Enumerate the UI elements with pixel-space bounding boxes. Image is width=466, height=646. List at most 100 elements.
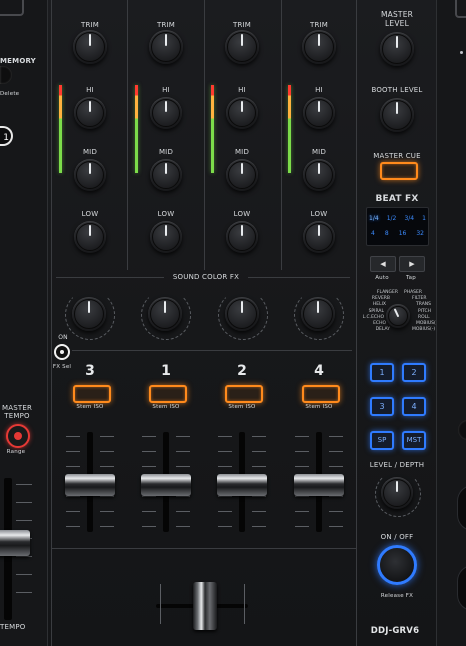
stem-iso-button[interactable] — [302, 385, 340, 403]
hi-knob[interactable] — [303, 97, 335, 129]
booth-level-knob[interactable] — [380, 98, 414, 132]
beat-value: 1/2 — [386, 215, 397, 222]
trim-knob[interactable] — [302, 30, 336, 64]
stem-iso-button[interactable] — [225, 385, 263, 403]
channel-divider-1 — [127, 0, 128, 270]
mid-label: MID — [311, 148, 327, 156]
memory-label: MEMORY — [0, 57, 36, 65]
right-deck-top-button[interactable] — [455, 0, 466, 18]
master-tempo-button[interactable] — [6, 424, 30, 448]
color-fx-knob[interactable] — [148, 297, 182, 331]
mid-label: MID — [158, 148, 174, 156]
fx-type-knob[interactable] — [386, 304, 410, 328]
booth-level-label: BOOTH LEVEL — [371, 86, 423, 94]
arrow-right-icon: ▶ — [409, 260, 415, 268]
hi-label: HI — [162, 86, 170, 94]
crossfader-mark-left — [160, 584, 161, 624]
beat-right-button[interactable]: ▶ — [399, 256, 425, 272]
channel-number: 4 — [314, 363, 324, 379]
channel-divider-2 — [204, 0, 205, 270]
fader-handle[interactable] — [141, 474, 191, 496]
stem-iso-button[interactable] — [73, 385, 111, 403]
delete-label: Delete — [0, 91, 20, 97]
fx-channel-3-button[interactable]: 3 — [370, 397, 394, 416]
trim-label: TRIM — [309, 21, 329, 29]
low-label: LOW — [81, 210, 99, 218]
mid-knob[interactable] — [303, 159, 335, 191]
stem-iso-button[interactable] — [149, 385, 187, 403]
trim-knob[interactable] — [225, 30, 259, 64]
beat-left-button[interactable]: ◀ — [370, 256, 396, 272]
fx-on-label: ON — [58, 334, 68, 341]
fx-channel-label: 3 — [379, 402, 385, 411]
beat-row-1: 1/4 1/2 3/4 1 — [369, 215, 426, 222]
crossfader-mark-right — [244, 584, 245, 624]
master-cue-label: MASTER CUE — [373, 152, 421, 160]
channel-number: 1 — [161, 363, 171, 379]
stem-iso-label: Stem ISO — [228, 404, 256, 410]
beat-value: 3/4 — [404, 215, 415, 222]
level-meter — [288, 85, 291, 173]
channel-divider-left — [51, 0, 52, 646]
fx-on-off-button[interactable] — [377, 545, 417, 585]
mid-label: MID — [234, 148, 250, 156]
low-label: LOW — [233, 210, 251, 218]
mid-knob[interactable] — [226, 159, 258, 191]
hi-label: HI — [315, 86, 323, 94]
color-fx-knob[interactable] — [301, 297, 335, 331]
stem-iso-label: Stem ISO — [305, 404, 333, 410]
crossfader-divider — [52, 548, 356, 549]
color-fx-knob[interactable] — [225, 297, 259, 331]
fx-sp-label: SP — [377, 436, 387, 444]
mid-knob[interactable] — [74, 159, 106, 191]
low-knob[interactable] — [150, 221, 182, 253]
fader-handle[interactable] — [65, 474, 115, 496]
fx-type: DELAY — [375, 327, 390, 333]
hotcue-number: 1 — [3, 133, 9, 143]
trim-knob[interactable] — [149, 30, 183, 64]
fx-channel-4-button[interactable]: 4 — [402, 397, 426, 416]
color-fx-knob[interactable] — [72, 297, 106, 331]
level-depth-label: LEVEL / DEPTH — [369, 461, 425, 469]
hi-knob[interactable] — [226, 97, 258, 129]
arrow-left-icon: ◀ — [380, 260, 386, 268]
fx-channel-1-button[interactable]: 1 — [370, 363, 394, 382]
model-name: DDJ-GRV6 — [370, 626, 420, 636]
mid-knob[interactable] — [150, 159, 182, 191]
beat-fx-display: 1/4 1/2 3/4 1 4 8 16 32 — [366, 207, 429, 246]
fx-master-button[interactable]: MST — [402, 431, 426, 450]
beat-value: 1/4 — [369, 215, 379, 222]
fx-select-button[interactable] — [54, 344, 70, 360]
stem-iso-label: Stem ISO — [76, 404, 104, 410]
fx-sampler-button[interactable]: SP — [370, 431, 394, 450]
low-knob[interactable] — [226, 221, 258, 253]
master-level-knob[interactable] — [380, 32, 414, 66]
hi-knob[interactable] — [150, 97, 182, 129]
master-cue-button[interactable] — [380, 162, 418, 180]
beat-value: 8 — [384, 230, 389, 237]
fader-handle[interactable] — [294, 474, 344, 496]
channel-number: 3 — [85, 363, 95, 379]
hi-label: HI — [238, 86, 246, 94]
fx-channel-label: 2 — [411, 368, 417, 377]
mid-label: MID — [82, 148, 98, 156]
crossfader-handle[interactable] — [193, 582, 217, 630]
left-deck-top-button[interactable] — [0, 0, 24, 16]
fader-handle[interactable] — [217, 474, 267, 496]
panel-divider — [356, 0, 357, 646]
fx-channel-label: 1 — [379, 368, 385, 377]
fx-channel-label: 4 — [411, 402, 417, 411]
release-fx-label: Release FX — [380, 593, 414, 599]
level-depth-knob[interactable] — [381, 477, 413, 509]
beat-value: 16 — [398, 230, 407, 237]
tempo-fader-handle[interactable] — [0, 530, 30, 556]
low-knob[interactable] — [74, 221, 106, 253]
fx-channel-2-button[interactable]: 2 — [402, 363, 426, 382]
trim-knob[interactable] — [73, 30, 107, 64]
master-level-label: MASTER LEVEL — [380, 10, 414, 28]
low-knob[interactable] — [303, 221, 335, 253]
low-label: LOW — [310, 210, 328, 218]
hi-knob[interactable] — [74, 97, 106, 129]
fx-sel-label: FX Sel — [52, 364, 72, 370]
right-deck-panel — [436, 0, 466, 646]
